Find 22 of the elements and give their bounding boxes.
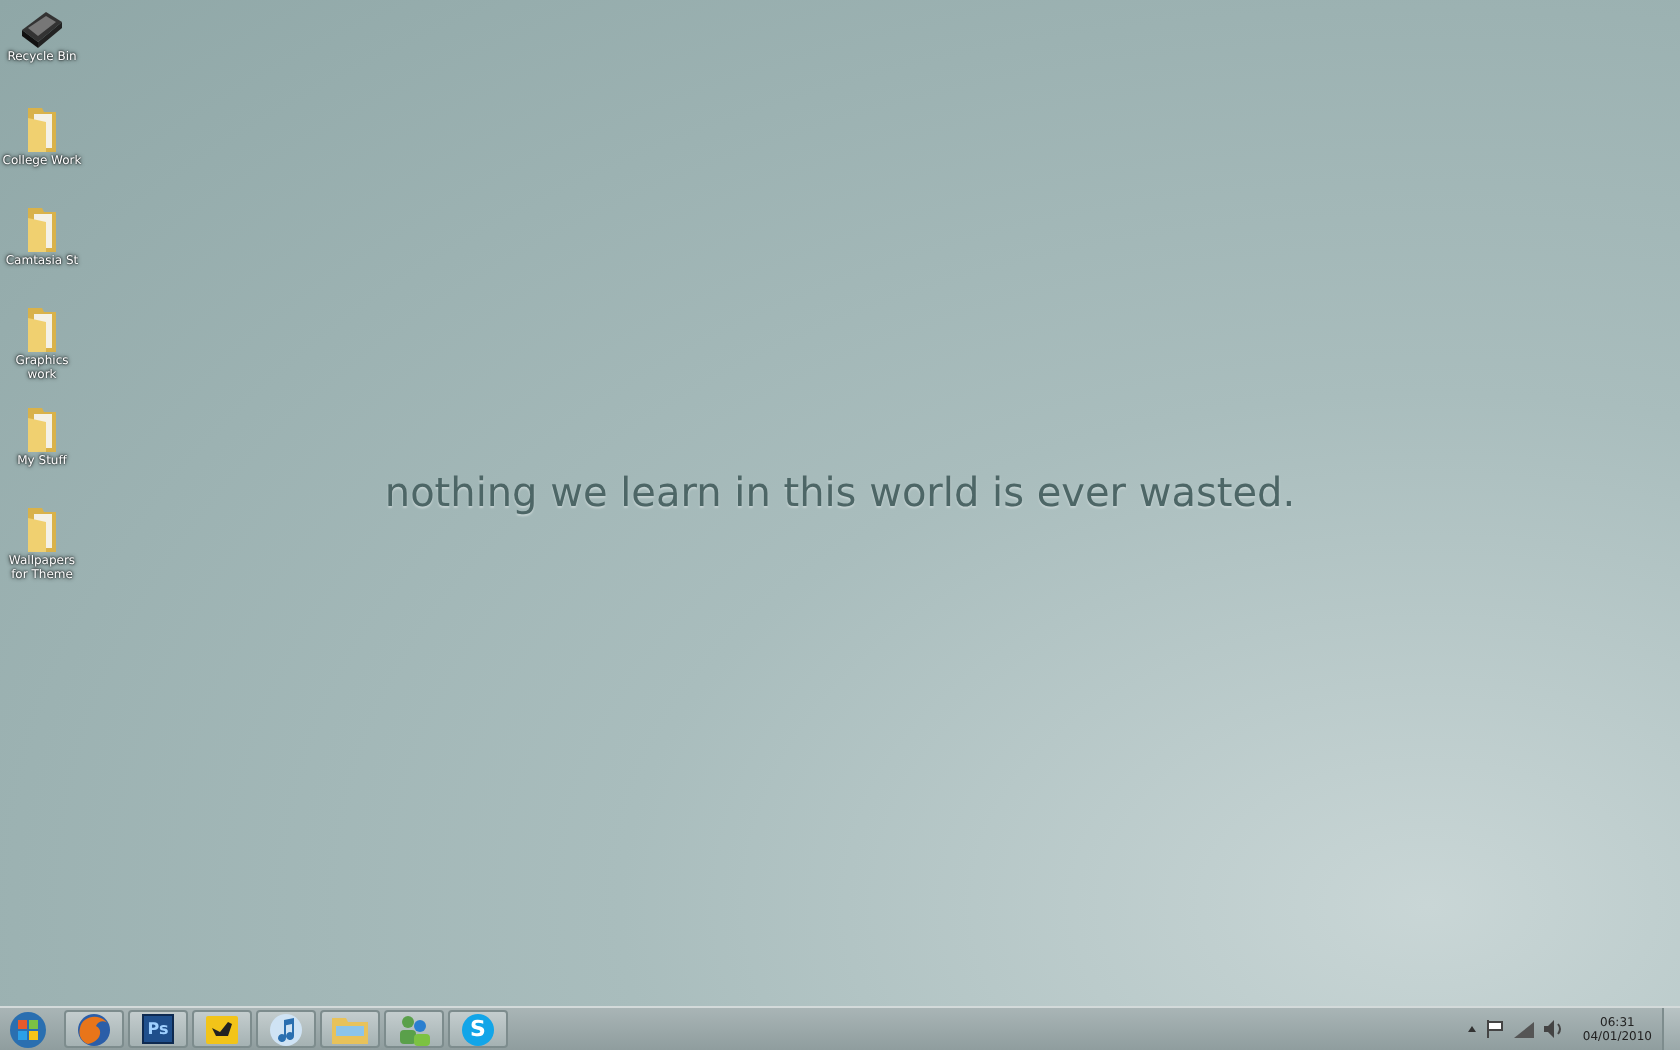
wallpaper-quote: nothing we learn in this world is ever wasted. bbox=[384, 468, 1296, 516]
folder-icon[interactable] bbox=[22, 306, 62, 354]
bird-icon bbox=[204, 1013, 240, 1045]
folder-icon[interactable] bbox=[22, 106, 62, 154]
music-note-icon bbox=[268, 1011, 304, 1047]
folder-icon[interactable] bbox=[22, 406, 62, 454]
show-hidden-icons-icon[interactable] bbox=[1468, 1026, 1477, 1032]
signal-bars-icon[interactable] bbox=[1514, 1021, 1535, 1037]
ps-label: Ps bbox=[141, 1014, 175, 1044]
taskbar-button[interactable]: Ps bbox=[128, 1010, 188, 1048]
folder-icon[interactable] bbox=[22, 206, 62, 254]
globe-icon bbox=[76, 1011, 112, 1047]
folder-icon bbox=[330, 1013, 370, 1045]
show-desktop-button[interactable] bbox=[1662, 1008, 1680, 1050]
flag-icon[interactable] bbox=[1486, 1020, 1505, 1038]
people-icon bbox=[396, 1011, 432, 1047]
speaker-icon[interactable] bbox=[1544, 1020, 1565, 1038]
taskbar-button[interactable] bbox=[192, 1010, 252, 1048]
folder-icon[interactable] bbox=[22, 506, 62, 554]
start-button-icon[interactable] bbox=[4, 1009, 52, 1049]
taskbar-button[interactable]: S bbox=[448, 1010, 508, 1048]
skype-s-label: S bbox=[462, 1013, 494, 1045]
